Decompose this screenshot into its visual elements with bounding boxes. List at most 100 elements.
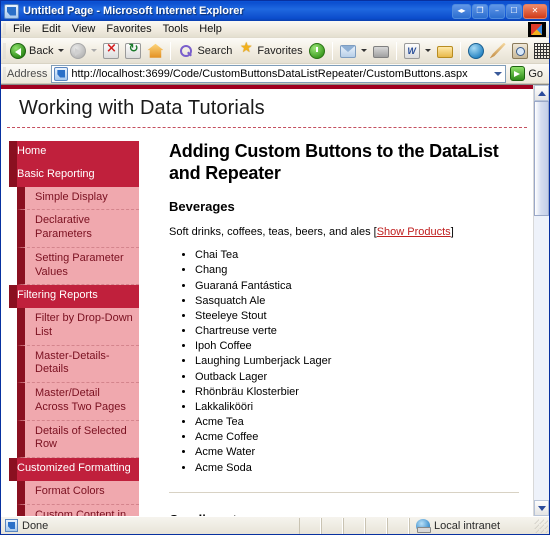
scrollbar-track[interactable]: [534, 101, 549, 500]
refresh-button[interactable]: [122, 41, 144, 61]
messenger-button[interactable]: [434, 42, 456, 60]
status-pane: [343, 518, 365, 534]
security-zone-indicator[interactable]: Local intranet: [409, 518, 534, 534]
search-icon: [178, 43, 194, 59]
browser-window: Untitled Page - Microsoft Internet Explo…: [0, 0, 550, 535]
list-item: Sasquatch Ale: [195, 294, 519, 309]
status-text: Done: [22, 520, 299, 532]
sidebar-item-simple-display[interactable]: Simple Display: [17, 187, 139, 211]
category-description: Soft drinks, coffees, teas, beers, and a…: [169, 226, 371, 238]
page-scrollbar[interactable]: [533, 85, 549, 516]
forward-button[interactable]: [67, 41, 100, 61]
sidebar-item-format-colors[interactable]: Format Colors: [17, 481, 139, 505]
magnifier-icon: [512, 43, 528, 59]
stop-button[interactable]: [100, 41, 122, 61]
printer-icon: [373, 46, 389, 58]
main-content: Adding Custom Buttons to the DataList an…: [147, 141, 533, 516]
window-title: Untitled Page - Microsoft Internet Explo…: [23, 5, 452, 17]
sidebar-label: Custom Content in a GridView: [35, 509, 126, 517]
home-button[interactable]: [144, 41, 166, 61]
status-pane: [299, 518, 321, 534]
sidebar-label: Master/Detail Across Two Pages: [35, 387, 126, 413]
sidebar-item-setting-parameter-values[interactable]: Setting Parameter Values: [17, 248, 139, 286]
word-document-icon: W: [404, 43, 420, 59]
sidebar-label: Format Colors: [35, 485, 105, 497]
address-label: Address: [7, 68, 47, 80]
go-arrow-icon: [510, 66, 525, 81]
scrollbar-thumb[interactable]: [534, 101, 549, 216]
print-button[interactable]: [370, 42, 392, 60]
edit-word-button[interactable]: W: [401, 41, 434, 61]
list-item: Acme Soda: [195, 461, 519, 476]
mail-button[interactable]: [337, 42, 370, 60]
edit-chevron-down-icon[interactable]: [425, 49, 431, 52]
toolbar-separator: [170, 42, 171, 60]
toolbar-separator: [332, 42, 333, 60]
favorites-button[interactable]: Favorites: [235, 41, 305, 61]
menu-view[interactable]: View: [67, 22, 102, 36]
menu-file[interactable]: File: [8, 22, 37, 36]
grid-button[interactable]: [531, 41, 550, 61]
home-icon: [147, 43, 163, 59]
toolbar-separator: [460, 42, 461, 60]
sidebar-item-filter-by-drop-down-list[interactable]: Filter by Drop-Down List: [17, 308, 139, 346]
close-button[interactable]: ✕: [523, 4, 547, 19]
list-item: Acme Coffee: [195, 430, 519, 445]
messenger-icon: [437, 46, 453, 58]
status-bar: Done Local intranet: [1, 516, 549, 534]
sidebar-section-home[interactable]: Home: [9, 141, 139, 164]
navigation-toolbar: Back Search Favorites: [1, 38, 549, 64]
scroll-down-button[interactable]: [534, 500, 549, 516]
back-button[interactable]: Back: [7, 41, 67, 61]
restore-down-group-button[interactable]: ◂▸: [452, 4, 471, 19]
menu-tools[interactable]: Tools: [158, 22, 195, 36]
sidebar-section-basic-reporting[interactable]: Basic Reporting: [9, 164, 139, 187]
address-dropdown-button[interactable]: [490, 66, 505, 82]
sidebar-label: Customized Formatting: [17, 462, 131, 474]
chevron-down-icon: [538, 506, 546, 511]
go-button[interactable]: Go: [506, 66, 549, 81]
sidebar-section-customized-formatting[interactable]: Customized Formatting: [9, 458, 139, 481]
resize-grip[interactable]: [534, 519, 548, 533]
sidebar-item-details-of-selected-row[interactable]: Details of Selected Row: [17, 421, 139, 459]
category-name: Condiments: [169, 512, 519, 516]
list-item: Rhönbräu Klosterbier: [195, 385, 519, 400]
discuss-button[interactable]: [465, 41, 487, 61]
show-products-link[interactable]: Show Products: [377, 226, 451, 238]
back-arrow-icon: [10, 43, 26, 59]
minimize-button[interactable]: –: [489, 4, 505, 19]
menu-edit[interactable]: Edit: [37, 22, 67, 36]
sidebar-item-master-detail-across-two-pages[interactable]: Master/Detail Across Two Pages: [17, 383, 139, 421]
search-button-label: Search: [197, 45, 232, 57]
sidebar-item-master-details-details[interactable]: Master-Details-Details: [17, 346, 139, 384]
sidebar-label: Master-Details-Details: [35, 350, 110, 376]
sidebar-navigation: HomeBasic ReportingSimple DisplayDeclara…: [17, 141, 147, 516]
category-description-row: Soft drinks, coffees, teas, beers, and a…: [169, 225, 519, 239]
address-url-text: http://localhost:3699/Code/CustomButtons…: [71, 68, 490, 80]
favorites-button-label: Favorites: [257, 45, 302, 57]
history-button[interactable]: [306, 41, 328, 61]
menu-help[interactable]: Help: [194, 22, 228, 36]
search-button[interactable]: Search: [175, 41, 235, 61]
sidebar-label: Filter by Drop-Down List: [35, 312, 133, 338]
ie-page-icon: [4, 4, 19, 19]
site-title: Working with Data Tutorials: [19, 97, 527, 120]
inspect-button[interactable]: [509, 41, 531, 61]
address-input[interactable]: http://localhost:3699/Code/CustomButtons…: [51, 65, 506, 83]
back-history-chevron-down-icon[interactable]: [58, 49, 64, 52]
sidebar-item-declarative-parameters[interactable]: Declarative Parameters: [17, 210, 139, 248]
sidebar-label: Simple Display: [35, 191, 108, 203]
list-item: Laughing Lumberjack Lager: [195, 354, 519, 369]
sidebar-section-filtering-reports[interactable]: Filtering Reports: [9, 285, 139, 308]
grid-icon: [534, 43, 550, 59]
web-page: Working with Data Tutorials HomeBasic Re…: [1, 85, 533, 516]
maximize-button[interactable]: ☐: [506, 4, 522, 19]
restore-window-button[interactable]: ❐: [472, 4, 488, 19]
sidebar-item-custom-content-in-a-gridview[interactable]: Custom Content in a GridView: [17, 505, 139, 517]
scroll-up-button[interactable]: [534, 85, 549, 101]
status-page-icon: [5, 519, 18, 532]
highlight-button[interactable]: [487, 41, 509, 61]
forward-history-chevron-down-icon[interactable]: [91, 49, 97, 52]
mail-chevron-down-icon[interactable]: [361, 49, 367, 52]
menu-favorites[interactable]: Favorites: [101, 22, 157, 36]
